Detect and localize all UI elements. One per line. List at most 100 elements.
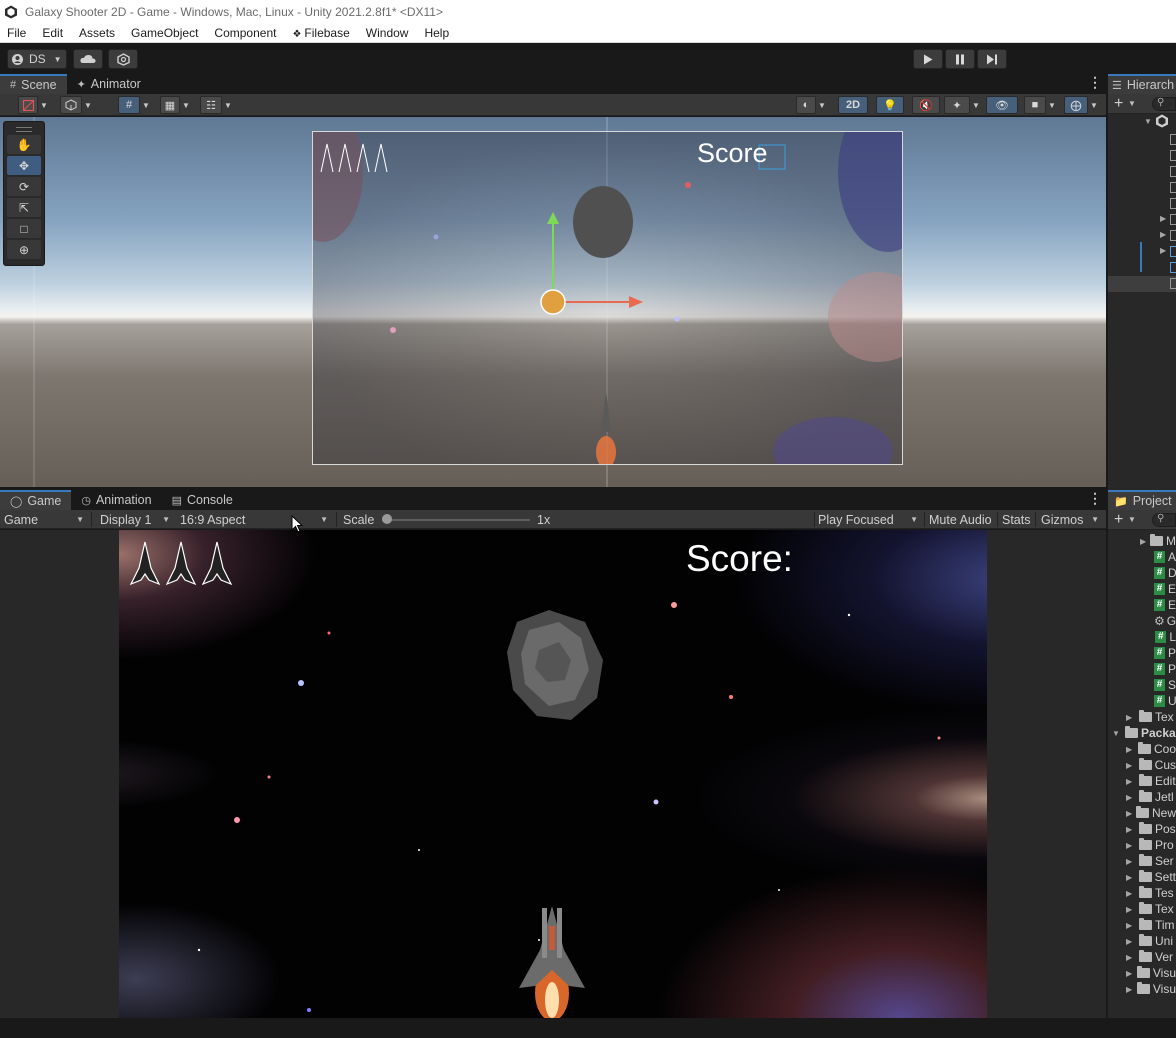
game-view[interactable]: Score: (0, 530, 1106, 1018)
scale-slider[interactable] (382, 510, 532, 529)
project-row[interactable]: ▶ Coo (1108, 741, 1176, 757)
pause-button[interactable] (945, 49, 975, 69)
chevron-down-icon[interactable]: ▼ (1112, 729, 1122, 738)
draw-mode-dropdown[interactable]: ▼ (18, 96, 48, 114)
chevron-right-icon[interactable]: ▶ (1126, 809, 1133, 818)
project-row[interactable]: ▶ M (1108, 533, 1176, 549)
add-icon[interactable]: + (1114, 95, 1123, 113)
chevron-right-icon[interactable]: ▶ (1126, 985, 1134, 994)
fold-icon[interactable]: ▶ (1160, 214, 1166, 223)
chevron-right-icon[interactable]: ▶ (1126, 969, 1134, 978)
game-screen[interactable]: Score: (119, 530, 987, 1018)
chevron-right-icon[interactable]: ▶ (1126, 953, 1136, 962)
chevron-right-icon[interactable]: ▶ (1140, 537, 1147, 546)
scene-menu-icon[interactable]: ⋮ (1088, 74, 1102, 91)
project-row[interactable]: ▼ Packa (1108, 725, 1176, 741)
project-row[interactable]: ▶ Edit (1108, 773, 1176, 789)
asteroid[interactable] (507, 610, 603, 720)
project-row[interactable]: ⚙ G (1108, 613, 1176, 629)
menu-help[interactable]: Help (416, 24, 457, 43)
transform-tool-button[interactable]: ⊕ (7, 240, 41, 259)
chevron-right-icon[interactable]: ▶ (1126, 937, 1136, 946)
project-row[interactable]: ▶ Cus (1108, 757, 1176, 773)
gameobject-icon[interactable] (1170, 230, 1176, 241)
gameobject-icon[interactable] (1170, 214, 1176, 225)
gameobject-icon[interactable] (1170, 182, 1176, 193)
shading-dropdown[interactable]: ◐ ▼ (796, 96, 826, 114)
menu-component[interactable]: Component (206, 24, 284, 43)
project-row[interactable]: # L (1108, 629, 1176, 645)
palette-grip[interactable] (16, 127, 32, 132)
project-row[interactable]: # P (1108, 645, 1176, 661)
play-button[interactable] (913, 49, 943, 69)
project-row[interactable]: ▶ Tes (1108, 885, 1176, 901)
project-row[interactable]: ▶ Tim (1108, 917, 1176, 933)
rotate-tool-button[interactable]: ⟳ (7, 177, 41, 196)
chevron-right-icon[interactable]: ▶ (1126, 745, 1135, 754)
aspect-dropdown[interactable]: 16:9 Aspect ▼ (180, 510, 332, 529)
menu-edit[interactable]: Edit (34, 24, 71, 43)
move-tool-button[interactable]: ✥ (7, 156, 41, 175)
project-row[interactable]: ▶ Ver (1108, 949, 1176, 965)
chevron-right-icon[interactable]: ▶ (1126, 825, 1136, 834)
scene-score-text[interactable]: Score (697, 138, 768, 169)
lighting-toggle[interactable]: 💡 (876, 96, 904, 114)
tab-animator[interactable]: ✦ Animator (67, 74, 151, 94)
hand-tool-button[interactable]: ✋ (7, 135, 41, 154)
chevron-right-icon[interactable]: ▶ (1126, 793, 1136, 802)
visibility-toggle[interactable]: 👁 (986, 96, 1018, 114)
menu-filebase[interactable]: ❖ Filebase (284, 24, 357, 43)
move-gizmo-icon[interactable] (540, 289, 566, 315)
tab-scene[interactable]: # Scene (0, 74, 67, 94)
gameobject-icon[interactable] (1170, 166, 1176, 177)
chevron-right-icon[interactable]: ▶ (1126, 761, 1136, 770)
chevron-right-icon[interactable]: ▶ (1126, 713, 1136, 722)
stats-toggle[interactable]: Stats (1002, 510, 1031, 529)
fold-icon[interactable]: ▼ (1144, 117, 1152, 126)
project-row[interactable]: # U (1108, 693, 1176, 709)
tab-project[interactable]: 📁 Project (1108, 490, 1176, 510)
scale-tool-button[interactable]: ⇱ (7, 198, 41, 217)
project-row[interactable]: ▶ Jetl (1108, 789, 1176, 805)
chevron-right-icon[interactable]: ▶ (1126, 889, 1136, 898)
project-row[interactable]: ▶ Uni (1108, 933, 1176, 949)
scene-asteroid[interactable] (573, 186, 633, 258)
add-icon[interactable]: + (1114, 511, 1123, 529)
rect-tool-button[interactable]: □ (7, 219, 41, 238)
tab-animation[interactable]: ◷ Animation (71, 490, 161, 510)
fold-icon[interactable]: ▶ (1160, 230, 1166, 239)
chevron-right-icon[interactable]: ▶ (1126, 857, 1136, 866)
snap-dropdown[interactable]: ▦ ▼ (160, 96, 190, 114)
view-mode-dropdown[interactable]: Game ▼ (4, 510, 88, 529)
gizmos-toggle[interactable]: Gizmos ▼ (1041, 510, 1103, 529)
grid-snap-dropdown[interactable]: # ▼ (118, 96, 150, 114)
gameobject-icon[interactable] (1170, 198, 1176, 209)
scene-player-ship[interactable] (601, 390, 611, 432)
chevron-right-icon[interactable]: ▶ (1126, 905, 1136, 914)
play-focused-dropdown[interactable]: Play Focused ▼ (818, 510, 922, 529)
tab-console[interactable]: ▤ Console (162, 490, 243, 510)
gizmos-dropdown[interactable]: ⨁ ▼ (1064, 96, 1098, 114)
camera-dropdown[interactable]: ■ ▼ (1024, 96, 1056, 114)
display-dropdown[interactable]: Display 1 ▼ (100, 510, 174, 529)
mute-audio-toggle[interactable]: Mute Audio (929, 510, 992, 529)
fold-icon[interactable]: ▶ (1160, 246, 1166, 255)
camera-frame[interactable]: Score (312, 131, 903, 465)
project-row[interactable]: # E (1108, 597, 1176, 613)
gameobject-icon[interactable] (1170, 150, 1176, 161)
chevron-right-icon[interactable]: ▶ (1126, 841, 1136, 850)
account-dropdown[interactable]: DS ▼ (7, 49, 67, 69)
project-row[interactable]: ▶ Sett (1108, 869, 1176, 885)
chevron-right-icon[interactable]: ▶ (1126, 777, 1136, 786)
hierarchy-search-input[interactable]: ⚲ (1152, 97, 1176, 111)
tab-game[interactable]: ◯ Game (0, 490, 72, 510)
prefab-icon[interactable] (1170, 246, 1176, 257)
project-row[interactable]: ▶ Ser (1108, 853, 1176, 869)
increment-snap-dropdown[interactable]: ☷ ▼ (200, 96, 232, 114)
step-button[interactable] (977, 49, 1007, 69)
menu-assets[interactable]: Assets (71, 24, 123, 43)
project-search-input[interactable]: ⚲ (1152, 513, 1176, 527)
chevron-right-icon[interactable]: ▶ (1126, 873, 1136, 882)
render-mode-dropdown[interactable]: ▼ (60, 96, 92, 114)
collab-button[interactable] (108, 49, 138, 69)
